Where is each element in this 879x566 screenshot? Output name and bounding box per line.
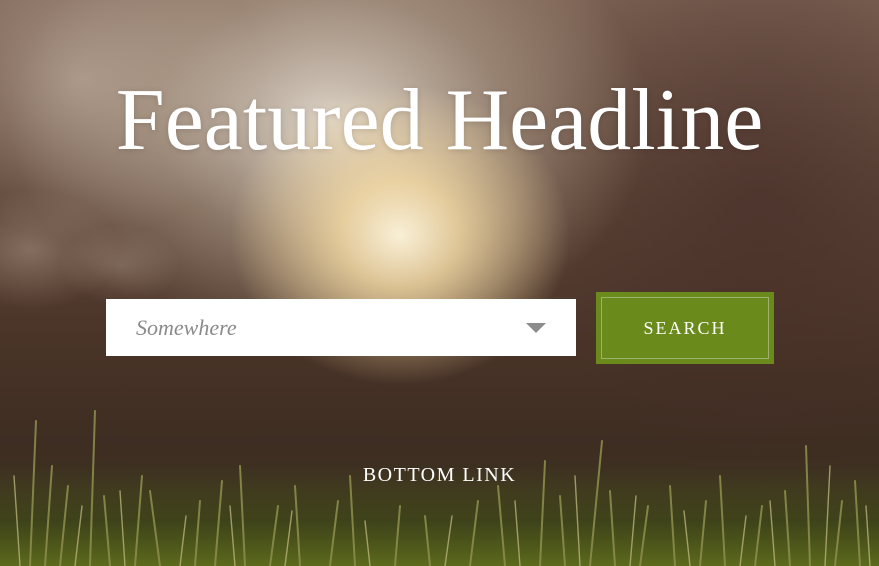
bottom-link-label: BOTTOM LINK (362, 464, 517, 486)
search-button[interactable]: SEARCH (596, 292, 774, 364)
location-select[interactable]: Somewhere (106, 299, 576, 356)
search-button-label: SEARCH (601, 297, 769, 359)
location-select-value: Somewhere (136, 315, 237, 340)
page-title: Featured Headline (115, 72, 764, 169)
bottom-link[interactable]: BOTTOM LINK (0, 461, 879, 489)
chevron-down-icon[interactable] (526, 323, 546, 333)
